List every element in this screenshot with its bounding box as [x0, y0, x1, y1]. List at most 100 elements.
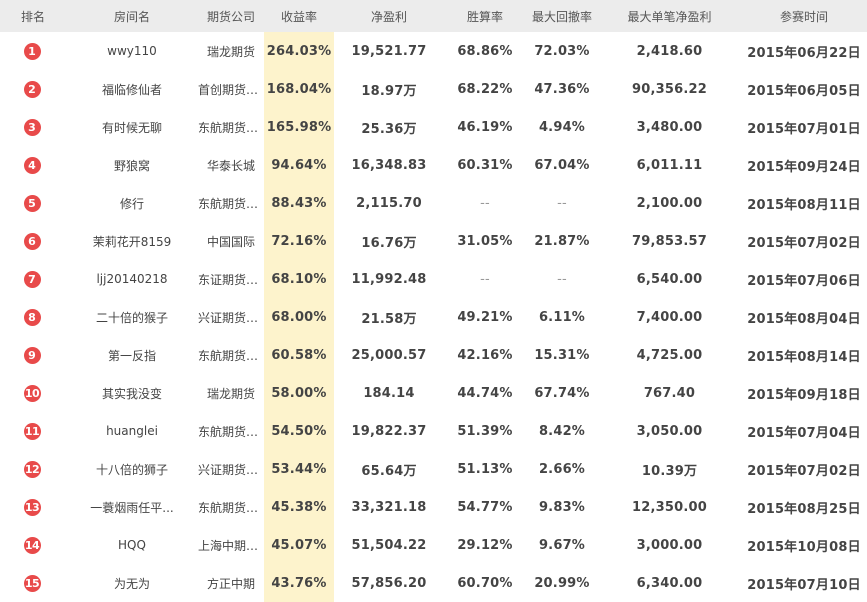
room-name[interactable]: 为无为 [66, 564, 198, 602]
max-single-profit: 6,011.11 [636, 157, 703, 173]
header-drawdown[interactable]: 最大回撤率 [526, 0, 598, 32]
win-rate: 49.21% [457, 309, 513, 325]
join-date: 2015年08月04日 [747, 311, 861, 327]
rank-cell: 9 [0, 336, 66, 374]
rank-cell: 2 [0, 70, 66, 108]
table-body: 1 wwy110 瑞龙期货 264.03% 19,521.77 68.86% 7… [0, 32, 867, 602]
room-name[interactable]: 野狼窝 [66, 146, 198, 184]
net-profit: 2,115.70 [356, 195, 422, 211]
table-row[interactable]: 4 野狼窝 华泰长城 94.64% 16,348.83 60.31% 67.04… [0, 146, 867, 184]
table-row[interactable]: 14 HQQ 上海中期二席 45.07% 51,504.22 29.12% 9.… [0, 526, 867, 564]
room-name[interactable]: 一蓑烟雨任平... [66, 488, 198, 526]
return-rate: 165.98% [264, 108, 334, 146]
room-name[interactable]: 十八倍的狮子 [66, 450, 198, 488]
max-drawdown: 4.94% [538, 119, 586, 135]
win-rate: 60.31% [457, 157, 513, 173]
join-date: 2015年07月02日 [747, 235, 861, 251]
net-profit: 25.36万 [361, 121, 417, 137]
table-row[interactable]: 1 wwy110 瑞龙期货 264.03% 19,521.77 68.86% 7… [0, 32, 867, 70]
room-name[interactable]: 其实我没变 [66, 374, 198, 412]
max-drawdown: 72.03% [534, 43, 590, 59]
room-name[interactable]: ljj20140218 [66, 260, 198, 298]
rank-badge: 6 [23, 232, 41, 250]
table-row[interactable]: 6 茉莉花开8159 中国国际 72.16% 16.76万 31.05% 21.… [0, 222, 867, 260]
company-name: 东航期货CTP [198, 500, 264, 515]
join-date: 2015年07月04日 [747, 425, 861, 441]
table-row[interactable]: 15 为无为 方正中期 43.76% 57,856.20 60.70% 20.9… [0, 564, 867, 602]
header-rank[interactable]: 排名 [0, 0, 66, 32]
max-drawdown: 67.74% [534, 385, 590, 401]
net-profit: 19,521.77 [351, 43, 427, 59]
company-name: 华泰长城 [206, 158, 255, 173]
table-row[interactable]: 13 一蓑烟雨任平... 东航期货CTP 45.38% 33,321.18 54… [0, 488, 867, 526]
win-rate: 68.22% [457, 81, 513, 97]
rank-badge: 12 [23, 460, 41, 478]
room-name[interactable]: 有时候无聊 [66, 108, 198, 146]
table-row[interactable]: 12 十八倍的狮子 兴证期货主席 53.44% 65.64万 51.13% 2.… [0, 450, 867, 488]
net-profit: 21.58万 [361, 311, 417, 327]
table-row[interactable]: 10 其实我没变 瑞龙期货 58.00% 184.14 44.74% 67.74… [0, 374, 867, 412]
company-name: 兴证期货主席 [198, 462, 264, 477]
header-return[interactable]: 收益率 [264, 0, 334, 32]
win-rate: -- [480, 195, 490, 211]
rank-badge: 2 [23, 80, 41, 98]
win-rate: 60.70% [457, 575, 513, 591]
table-row[interactable]: 9 第一反指 东航期货CTP 60.58% 25,000.57 42.16% 1… [0, 336, 867, 374]
room-name[interactable]: 二十倍的猴子 [66, 298, 198, 336]
max-drawdown: -- [557, 271, 567, 287]
max-single-profit: 90,356.22 [632, 81, 707, 97]
net-profit: 25,000.57 [351, 347, 427, 363]
room-name[interactable]: 茉莉花开8159 [66, 222, 198, 260]
table-row[interactable]: 11 huanglei 东航期货CTP 54.50% 19,822.37 51.… [0, 412, 867, 450]
table-row[interactable]: 7 ljj20140218 东证期货主席 68.10% 11,992.48 --… [0, 260, 867, 298]
company-name: 东航期货CTP [198, 196, 264, 211]
max-drawdown: 2.66% [538, 461, 586, 477]
table-row[interactable]: 2 福临修仙者 首创期货主席 168.04% 18.97万 68.22% 47.… [0, 70, 867, 108]
rank-cell: 7 [0, 260, 66, 298]
room-name[interactable]: 福临修仙者 [66, 70, 198, 108]
win-rate: 29.12% [457, 537, 513, 553]
table-row[interactable]: 8 二十倍的猴子 兴证期货主席 68.00% 21.58万 49.21% 6.1… [0, 298, 867, 336]
header-win-rate[interactable]: 胜算率 [444, 0, 526, 32]
rank-badge: 14 [23, 536, 41, 554]
join-date: 2015年06月22日 [747, 45, 861, 61]
win-rate: 51.39% [457, 423, 513, 439]
join-date: 2015年07月02日 [747, 463, 861, 479]
table-row[interactable]: 3 有时候无聊 东航期货CTP 165.98% 25.36万 46.19% 4.… [0, 108, 867, 146]
max-single-profit: 2,418.60 [636, 43, 703, 59]
max-single-profit: 3,000.00 [636, 537, 703, 553]
company-name: 首创期货主席 [198, 82, 264, 97]
rank-cell: 14 [0, 526, 66, 564]
header-room[interactable]: 房间名 [66, 0, 198, 32]
join-date: 2015年07月06日 [747, 273, 861, 289]
win-rate: 42.16% [457, 347, 513, 363]
rank-cell: 4 [0, 146, 66, 184]
rank-badge: 10 [23, 384, 41, 402]
rank-cell: 8 [0, 298, 66, 336]
net-profit: 19,822.37 [351, 423, 427, 439]
room-name[interactable]: wwy110 [66, 32, 198, 70]
return-rate: 168.04% [264, 70, 334, 108]
room-name[interactable]: huanglei [66, 412, 198, 450]
return-rate: 43.76% [264, 564, 334, 602]
win-rate: 68.86% [457, 43, 513, 59]
company-name: 东航期货CTP [198, 424, 264, 439]
net-profit: 57,856.20 [351, 575, 427, 591]
header-profit[interactable]: 净盈利 [334, 0, 444, 32]
room-name[interactable]: 第一反指 [66, 336, 198, 374]
rank-badge: 8 [23, 308, 41, 326]
net-profit: 16.76万 [361, 235, 417, 251]
max-drawdown: 20.99% [534, 575, 590, 591]
header-max-single[interactable]: 最大单笔净盈利 [598, 0, 741, 32]
rank-cell: 5 [0, 184, 66, 222]
room-name[interactable]: HQQ [66, 526, 198, 564]
return-rate: 60.58% [264, 336, 334, 374]
join-date: 2015年10月08日 [747, 539, 861, 555]
header-join-date[interactable]: 参赛时间 [741, 0, 867, 32]
table-header: 排名 房间名 期货公司 收益率 净盈利 胜算率 最大回撤率 最大单笔净盈利 参赛… [0, 0, 867, 32]
return-rate: 68.10% [264, 260, 334, 298]
net-profit: 18.97万 [361, 83, 417, 99]
table-row[interactable]: 5 修行 东航期货CTP 88.43% 2,115.70 -- -- 2,100… [0, 184, 867, 222]
room-name[interactable]: 修行 [66, 184, 198, 222]
header-company[interactable]: 期货公司 [198, 0, 264, 32]
